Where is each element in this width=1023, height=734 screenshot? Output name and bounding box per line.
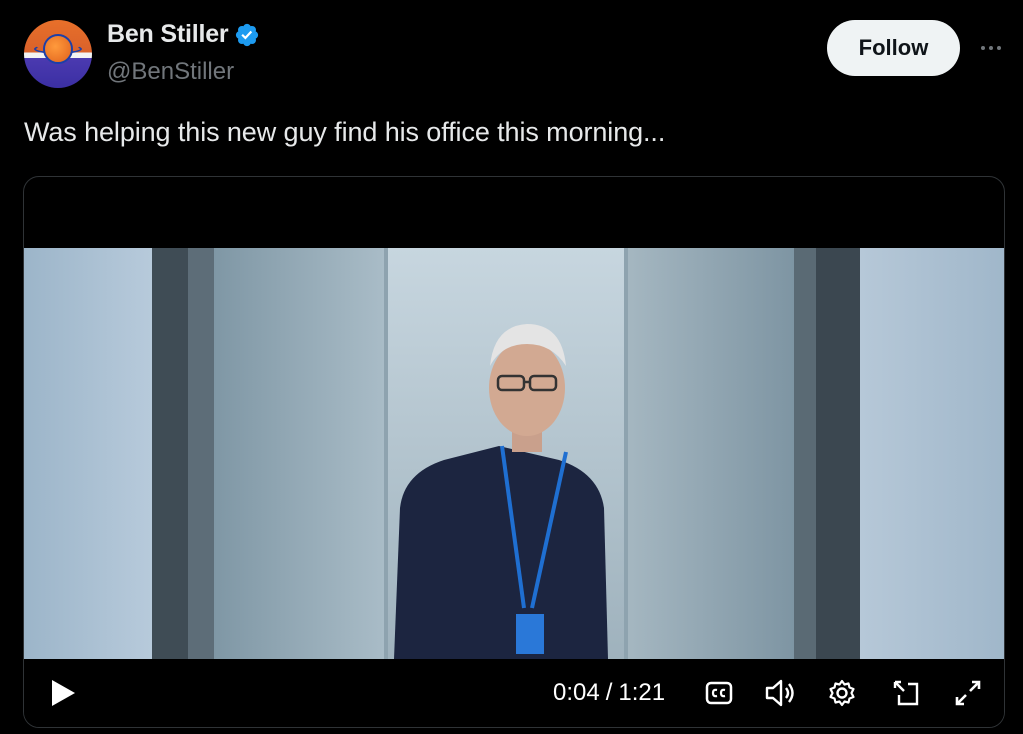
follow-button[interactable]: Follow bbox=[827, 20, 960, 76]
video-player[interactable]: 0:04 / 1:21 bbox=[23, 176, 1005, 728]
volume-icon[interactable] bbox=[762, 659, 798, 727]
video-frame[interactable] bbox=[24, 248, 1004, 659]
video-time-separator: / bbox=[605, 679, 613, 706]
closed-captions-icon[interactable] bbox=[702, 659, 736, 727]
play-icon[interactable] bbox=[46, 659, 80, 727]
more-options-icon[interactable] bbox=[974, 34, 1008, 62]
verified-badge-icon bbox=[236, 23, 259, 46]
tweet-text: Was helping this new guy find his office… bbox=[24, 117, 666, 147]
video-time: 0:04 / 1:21 bbox=[553, 659, 665, 727]
knicks-logo-ball bbox=[43, 34, 73, 64]
author-display-name[interactable]: Ben Stiller bbox=[107, 20, 229, 49]
video-controls: 0:04 / 1:21 bbox=[24, 659, 1004, 727]
video-duration: 1:21 bbox=[618, 679, 666, 706]
gear-icon[interactable] bbox=[824, 659, 860, 727]
fullscreen-icon[interactable] bbox=[950, 659, 986, 727]
author-avatar[interactable] bbox=[24, 20, 92, 88]
author-handle[interactable]: @BenStiller bbox=[107, 58, 234, 86]
picture-in-picture-icon[interactable] bbox=[888, 659, 924, 727]
video-still-image bbox=[24, 248, 1004, 659]
author-name-row: Ben Stiller bbox=[107, 20, 260, 49]
video-current-time: 0:04 bbox=[553, 679, 600, 706]
